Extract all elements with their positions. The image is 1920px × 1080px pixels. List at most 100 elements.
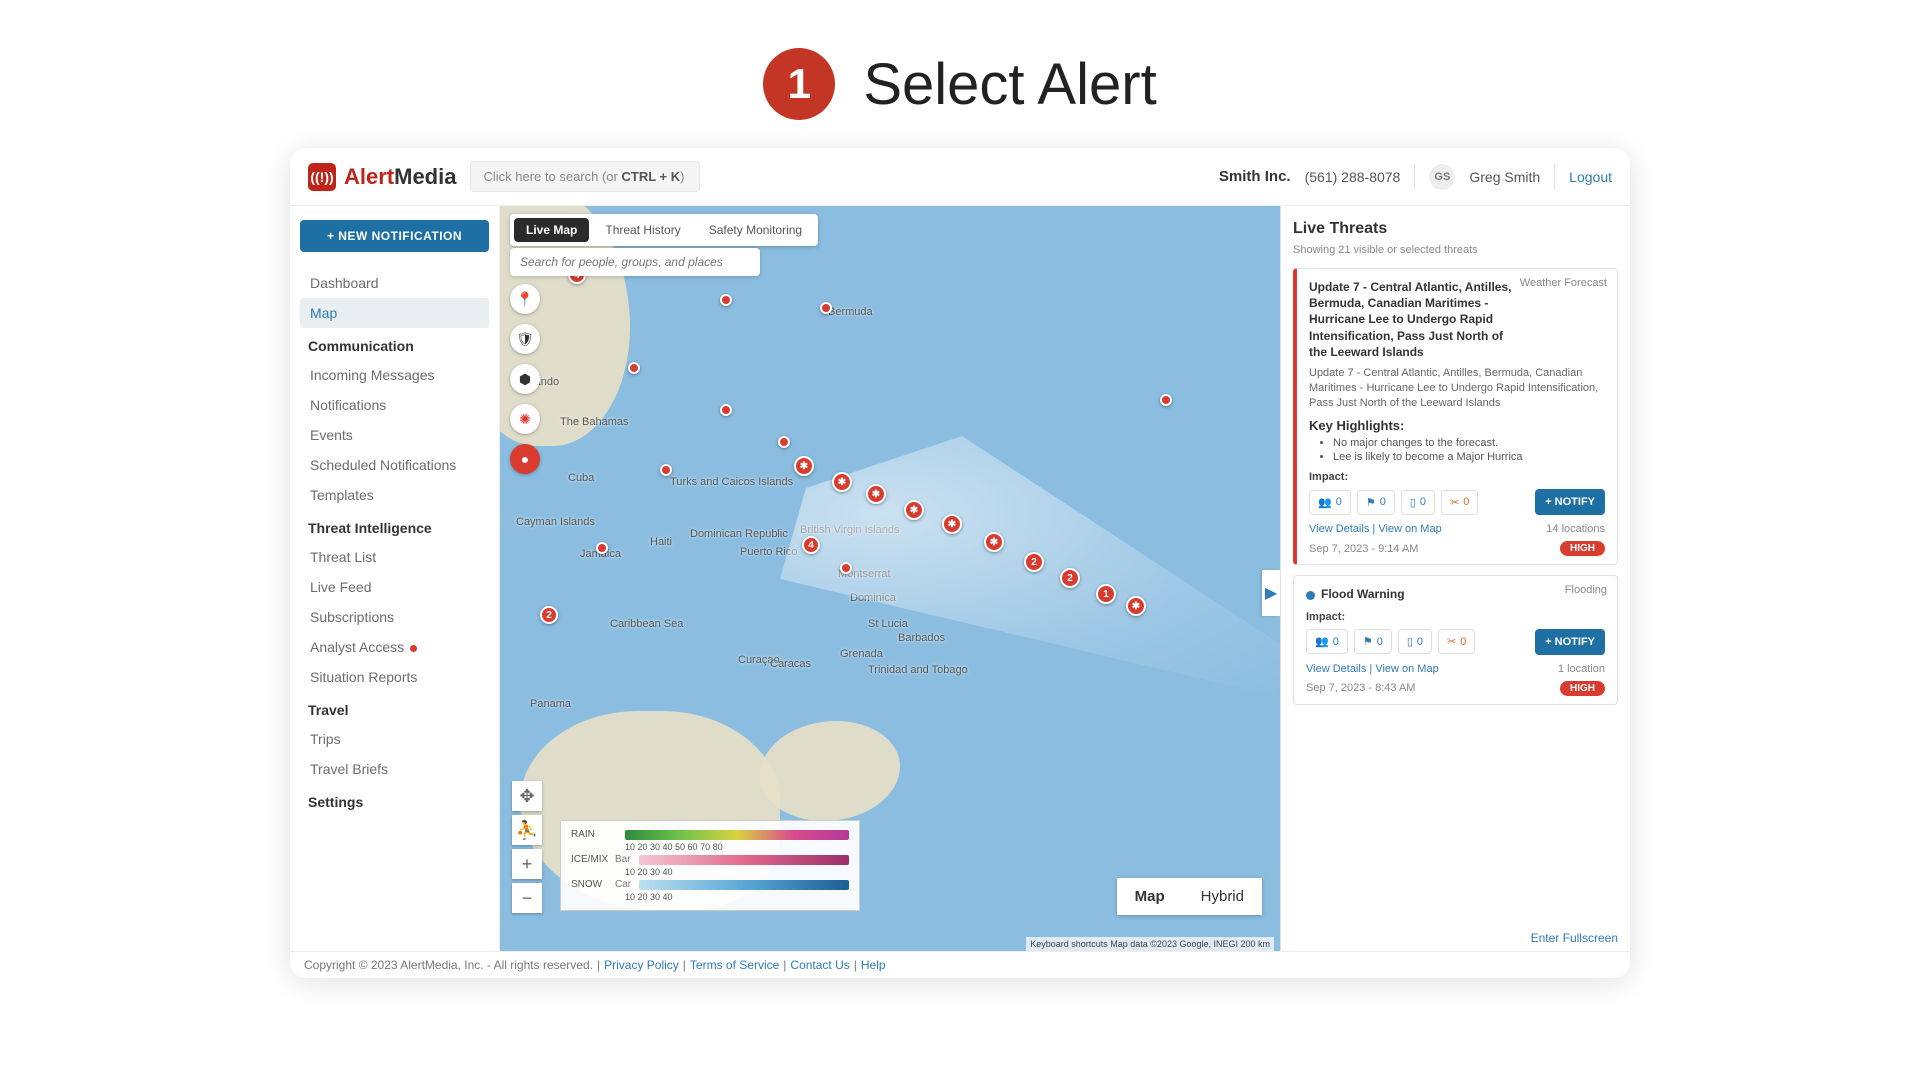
threat-timestamp: Sep 7, 2023 - 8:43 AM <box>1306 682 1415 694</box>
zoom-out-button[interactable]: − <box>512 883 542 913</box>
app-footer: Copyright © 2023 AlertMedia, Inc. - All … <box>290 951 1630 978</box>
severity-badge: HIGH <box>1560 681 1605 696</box>
sidebar-item-dashboard[interactable]: Dashboard <box>300 268 489 298</box>
map-tool-bug-icon[interactable]: ⬢ <box>510 364 540 394</box>
panel-collapse-handle[interactable]: ▶ <box>1262 570 1280 616</box>
tab-safety-monitoring[interactable]: Safety Monitoring <box>697 218 814 242</box>
threat-locations: 14 locations <box>1546 523 1605 535</box>
notify-button[interactable]: + NOTIFY <box>1535 629 1605 655</box>
map-search-input[interactable] <box>510 248 760 276</box>
logo-text: AlertMedia <box>344 164 456 190</box>
sidebar-item-scheduled-notifications[interactable]: Scheduled Notifications <box>300 450 489 480</box>
map-label: Trinidad and Tobago <box>868 664 968 676</box>
impact-route-chip[interactable]: ✂0 <box>1438 629 1475 654</box>
sidebar-section-settings: Settings <box>300 784 489 816</box>
sidebar-item-map[interactable]: Map <box>300 298 489 328</box>
map-label: St Lucia <box>868 618 908 630</box>
notify-button[interactable]: + NOTIFY <box>1535 489 1605 515</box>
view-on-map-link[interactable]: View on Map <box>1375 663 1438 675</box>
map-type-hybrid[interactable]: Hybrid <box>1183 878 1262 915</box>
sidebar-item-events[interactable]: Events <box>300 420 489 450</box>
threat-type: Flooding <box>1565 584 1607 596</box>
sidebar-item-templates[interactable]: Templates <box>300 480 489 510</box>
threat-type: Weather Forecast <box>1520 277 1607 289</box>
logout-link[interactable]: Logout <box>1569 169 1612 185</box>
impact-route-chip[interactable]: ✂0 <box>1441 490 1478 515</box>
tab-live-map[interactable]: Live Map <box>514 218 589 242</box>
view-details-link[interactable]: View Details <box>1306 663 1366 675</box>
map-label: Barbados <box>898 632 945 644</box>
map-tabs: Live Map Threat History Safety Monitorin… <box>510 214 818 246</box>
view-details-link[interactable]: View Details <box>1309 523 1369 535</box>
sidebar-item-incoming-messages[interactable]: Incoming Messages <box>300 360 489 390</box>
logo[interactable]: ((!)) AlertMedia <box>308 163 456 191</box>
map-tool-shield-icon[interactable]: 🛡 <box>510 324 540 354</box>
threat-title: Flood Warning <box>1306 586 1605 602</box>
precip-legend: RAIN 10 20 30 40 50 60 70 80 ICE/MIXBar … <box>560 820 860 911</box>
impact-people-chip[interactable]: 👥0 <box>1309 490 1351 515</box>
people-icon: 👥 <box>1318 496 1332 509</box>
map-label: Cuba <box>568 472 594 484</box>
impact-flag-chip[interactable]: ⚑0 <box>1357 490 1395 515</box>
contact-link[interactable]: Contact Us <box>790 958 849 972</box>
map-label: Cayman Islands <box>516 516 595 528</box>
map-layer-toolbar: 📍 🛡 ⬢ ✺ ● <box>510 284 540 474</box>
recenter-button[interactable]: ✥ <box>512 781 542 811</box>
impact-flag-chip[interactable]: ⚑0 <box>1354 629 1392 654</box>
terms-link[interactable]: Terms of Service <box>690 958 779 972</box>
map-canvas[interactable]: Live Map Threat History Safety Monitorin… <box>500 206 1280 951</box>
sidebar-item-travel-briefs[interactable]: Travel Briefs <box>300 754 489 784</box>
sidebar-item-live-feed[interactable]: Live Feed <box>300 572 489 602</box>
page-title: Select Alert <box>863 51 1156 118</box>
map-type-map[interactable]: Map <box>1117 878 1183 915</box>
map-tool-virus-icon[interactable]: ✺ <box>510 404 540 434</box>
view-on-map-link[interactable]: View on Map <box>1378 523 1441 535</box>
help-link[interactable]: Help <box>861 958 886 972</box>
company-phone: (561) 288-8078 <box>1305 169 1401 185</box>
zoom-in-button[interactable]: + <box>512 849 542 879</box>
map-label: Turks and Caicos Islands <box>670 476 793 488</box>
step-number-badge: 1 <box>763 48 835 120</box>
enter-fullscreen-link[interactable]: Enter Fullscreen <box>1531 931 1618 945</box>
sidebar-item-situation-reports[interactable]: Situation Reports <box>300 662 489 692</box>
map-label: The Bahamas <box>560 416 628 428</box>
threat-timestamp: Sep 7, 2023 - 9:14 AM <box>1309 543 1418 555</box>
live-threats-panel: Live Threats Showing 21 visible or selec… <box>1280 206 1630 951</box>
sidebar-section-communication: Communication <box>300 328 489 360</box>
app-header: ((!)) AlertMedia Click here to search (o… <box>290 148 1630 206</box>
highlights-heading: Key Highlights: <box>1309 418 1605 433</box>
map-zoom-controls: ✥ ⛹ + − <box>512 781 542 913</box>
sidebar-item-notifications[interactable]: Notifications <box>300 390 489 420</box>
global-search-input[interactable]: Click here to search (or CTRL + K) <box>470 161 700 192</box>
tab-threat-history[interactable]: Threat History <box>593 218 692 242</box>
logo-icon: ((!)) <box>308 163 336 191</box>
app-frame: ((!)) AlertMedia Click here to search (o… <box>290 148 1630 978</box>
sidebar-item-trips[interactable]: Trips <box>300 724 489 754</box>
threat-card-hurricane-lee[interactable]: Weather Forecast Update 7 - Central Atla… <box>1293 268 1618 565</box>
sidebar-item-analyst-access[interactable]: Analyst Access <box>300 632 489 662</box>
company-name: Smith Inc. <box>1219 168 1291 185</box>
map-tool-record-icon[interactable]: ● <box>510 444 540 474</box>
threat-desc: Update 7 - Central Atlantic, Antilles, B… <box>1309 366 1605 411</box>
impact-device-chip[interactable]: ▯0 <box>1401 490 1435 515</box>
threat-locations: 1 location <box>1558 663 1605 675</box>
sidebar-item-threat-list[interactable]: Threat List <box>300 542 489 572</box>
privacy-policy-link[interactable]: Privacy Policy <box>604 958 679 972</box>
map-label: Panama <box>530 698 571 710</box>
copyright-text: Copyright © 2023 AlertMedia, Inc. - All … <box>304 958 593 972</box>
impact-people-chip[interactable]: 👥0 <box>1306 629 1348 654</box>
sidebar: + NEW NOTIFICATION Dashboard Map Communi… <box>290 206 500 951</box>
user-name[interactable]: Greg Smith <box>1469 169 1540 185</box>
avatar[interactable]: GS <box>1429 164 1455 190</box>
map-tool-pin-icon[interactable]: 📍 <box>510 284 540 314</box>
map-label: Caribbean Sea <box>610 618 683 630</box>
map-label: Bermuda <box>828 306 873 318</box>
people-icon: 👥 <box>1315 635 1329 648</box>
threat-card-flood-warning[interactable]: Flooding Flood Warning Impact: 👥0 ⚑0 ▯0 … <box>1293 575 1618 704</box>
new-notification-button[interactable]: + NEW NOTIFICATION <box>300 220 489 252</box>
pegman-icon[interactable]: ⛹ <box>512 815 542 845</box>
impact-device-chip[interactable]: ▯0 <box>1398 629 1432 654</box>
sidebar-section-threat-intelligence: Threat Intelligence <box>300 510 489 542</box>
impact-label: Impact: <box>1309 471 1605 483</box>
sidebar-item-subscriptions[interactable]: Subscriptions <box>300 602 489 632</box>
